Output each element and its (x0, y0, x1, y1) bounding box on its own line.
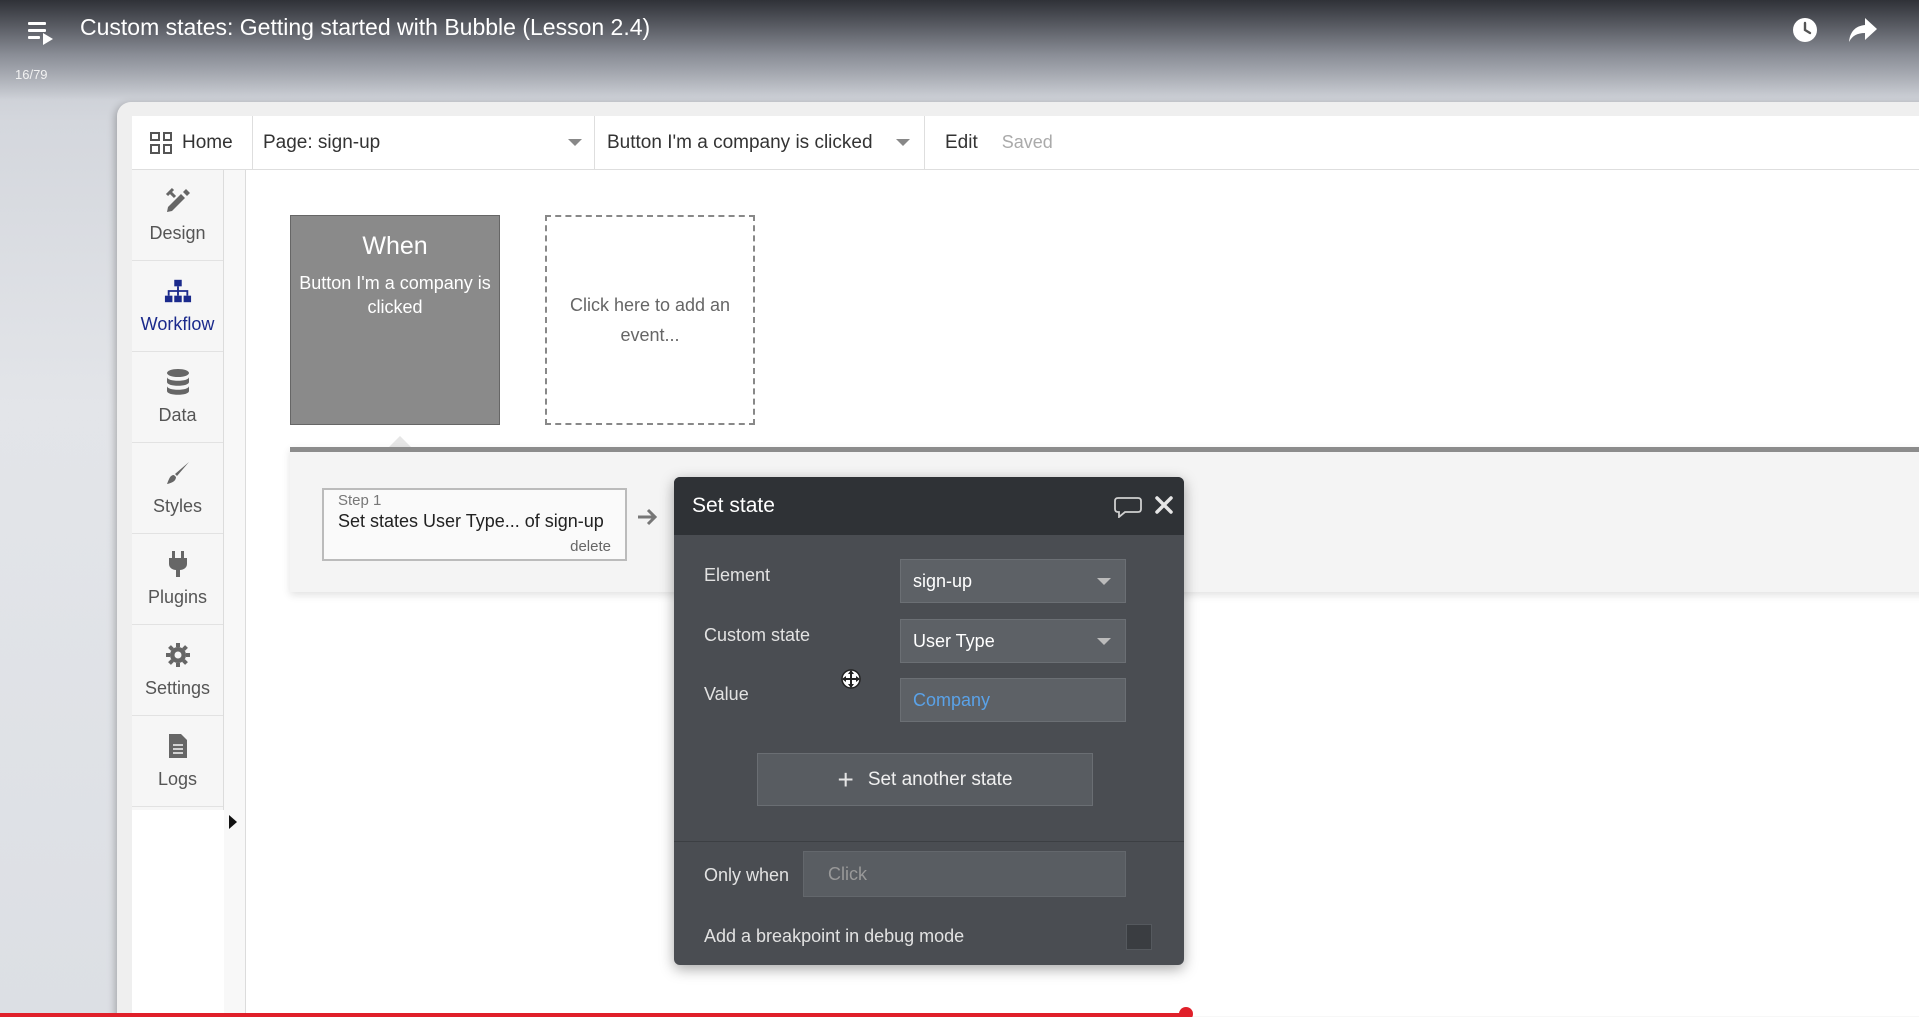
dialog-divider (674, 841, 1184, 842)
close-icon[interactable] (1152, 493, 1176, 517)
event-selector[interactable]: Button I'm a company is clicked (595, 115, 925, 170)
custom-state-label: Custom state (704, 625, 811, 645)
plug-icon (164, 550, 192, 578)
step-number: Step 1 (338, 492, 382, 509)
event-card-title: When (362, 232, 428, 260)
chevron-down-icon (896, 139, 910, 146)
workflow-step-card[interactable]: Step 1 Set states User Type... of sign-u… (322, 488, 627, 561)
sidebar-item-label: Plugins (147, 587, 208, 607)
editor-sidebar: Design Workflow Data Styles Plugins Sett… (132, 170, 224, 810)
element-label: Element (704, 565, 771, 585)
database-icon (164, 368, 192, 396)
video-scrubber-handle[interactable] (1178, 1007, 1193, 1017)
gear-icon (164, 641, 192, 669)
workflow-tree-icon (164, 277, 192, 305)
sidebar-item-data[interactable]: Data (132, 352, 223, 443)
set-another-state-button[interactable]: + Set another state (757, 753, 1093, 806)
sidebar-item-label: Settings (144, 678, 211, 698)
share-arrow-icon[interactable] (1847, 16, 1879, 44)
playlist-menu-icon[interactable] (24, 18, 54, 46)
step-delete-link[interactable]: delete (570, 538, 611, 555)
page-selector-value: Page: sign-up (263, 131, 381, 153)
sidebar-item-settings[interactable]: Settings (132, 625, 223, 716)
element-dropdown[interactable]: sign-up (900, 559, 1126, 603)
home-label: Home (182, 131, 233, 153)
sidebar-item-workflow[interactable]: Workflow (132, 261, 223, 352)
event-selector-value: Button I'm a company is clicked (607, 131, 873, 153)
move-cursor-icon (838, 666, 864, 692)
edit-menu[interactable]: Edit (945, 132, 978, 154)
element-dropdown-value: sign-up (913, 570, 973, 591)
event-card-description: Button I'm a company is clicked (299, 273, 491, 317)
only-when-label: Only when (704, 865, 790, 885)
document-icon (164, 732, 192, 760)
video-progress-bar[interactable] (0, 1013, 1919, 1017)
sidebar-item-design[interactable]: Design (132, 170, 223, 261)
breakpoint-label: Add a breakpoint in debug mode (704, 926, 965, 946)
arrow-right-icon (636, 506, 660, 528)
add-event-placeholder[interactable]: Click here to add an event... (545, 215, 755, 425)
watch-later-clock-icon[interactable] (1791, 16, 1819, 44)
dialog-title: Set state (692, 494, 775, 517)
sidebar-rail (224, 170, 246, 1017)
sidebar-item-logs[interactable]: Logs (132, 716, 223, 807)
sidebar-item-label: Workflow (140, 314, 215, 334)
sidebar-item-plugins[interactable]: Plugins (132, 534, 223, 625)
chevron-down-icon (1097, 577, 1111, 585)
chevron-down-icon (1097, 637, 1111, 645)
comment-bubble-icon[interactable] (1114, 496, 1142, 519)
sidebar-item-styles[interactable]: Styles (132, 443, 223, 534)
editor-topbar: Home Page: sign-up Button I'm a company … (132, 115, 1919, 170)
custom-state-dropdown-value: User Type (913, 630, 995, 651)
dialog-header[interactable]: Set state (674, 477, 1184, 535)
brush-icon (164, 459, 192, 487)
sidebar-item-label: Data (158, 405, 197, 425)
sidebar-item-label: Design (149, 223, 206, 243)
value-expression: Company (913, 689, 991, 710)
set-another-state-label: Set another state (867, 768, 1013, 790)
only-when-placeholder: Click (828, 863, 867, 884)
value-expression-field[interactable]: Company (900, 678, 1126, 722)
sidebar-item-label: Logs (157, 769, 198, 789)
step-description: Set states User Type... of sign-up (338, 511, 604, 531)
only-when-input[interactable]: Click (803, 851, 1126, 897)
event-card-when[interactable]: When Button I'm a company is clicked (290, 215, 500, 425)
playlist-counter: 16/79 (15, 67, 48, 82)
plus-icon: + (837, 763, 854, 795)
custom-state-dropdown[interactable]: User Type (900, 619, 1126, 663)
expand-panel-arrow-icon[interactable] (229, 815, 237, 829)
grid-icon (150, 131, 172, 154)
value-label: Value (704, 684, 749, 704)
home-button[interactable]: Home (132, 115, 253, 170)
page-selector[interactable]: Page: sign-up (253, 115, 595, 170)
chevron-down-icon (568, 139, 582, 146)
video-progress-fill (0, 1013, 1186, 1017)
breakpoint-checkbox[interactable] (1126, 924, 1152, 950)
video-title[interactable]: Custom states: Getting started with Bubb… (80, 14, 650, 41)
pencil-ruler-icon (164, 186, 192, 214)
set-state-dialog: Set state Element sign-up Custom state U… (674, 477, 1184, 965)
saved-status: Saved (1001, 132, 1053, 152)
sidebar-item-label: Styles (152, 496, 203, 516)
